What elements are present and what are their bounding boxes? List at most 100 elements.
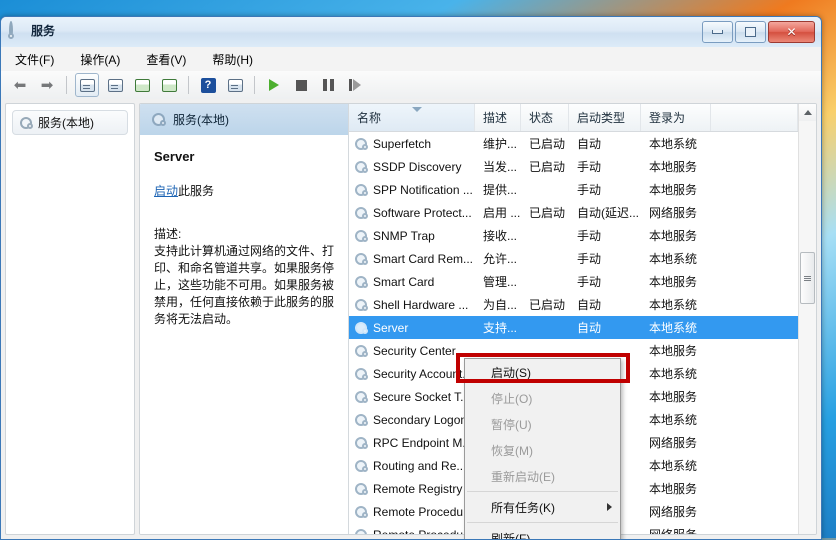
help-icon[interactable]: ? <box>197 74 219 96</box>
service-name-label: SNMP Trap <box>373 229 435 243</box>
toolbar-separator <box>188 76 189 94</box>
column-startup-label: 启动类型 <box>577 109 625 126</box>
service-name-cell: Secondary Logon <box>349 413 475 427</box>
services-gear-icon <box>355 345 367 357</box>
service-description-cell: 当发... <box>475 158 521 175</box>
column-filler <box>711 104 798 131</box>
menu-view[interactable]: 查看(V) <box>142 49 190 70</box>
minimize-icon <box>712 30 723 34</box>
service-status-cell: 已启动 <box>521 158 569 175</box>
service-name-cell: SPP Notification ... <box>349 183 475 197</box>
context-stop-label: 停止(O) <box>491 390 532 407</box>
context-resume-label: 恢复(M) <box>491 442 533 459</box>
service-name-cell: SNMP Trap <box>349 229 475 243</box>
table-row[interactable]: Software Protect...启用 ...已启动自动(延迟...网络服务 <box>349 201 798 224</box>
chevron-up-icon <box>804 110 812 115</box>
menu-help[interactable]: 帮助(H) <box>208 49 257 70</box>
service-name-label: Secure Socket T... <box>373 390 470 404</box>
service-logon-cell: 网络服务 <box>641 503 711 520</box>
service-status-cell: 已启动 <box>521 135 569 152</box>
show-hide-tree-icon[interactable] <box>75 73 99 97</box>
service-name-label: Server <box>373 321 408 335</box>
stop-service-icon[interactable] <box>290 74 312 96</box>
service-name-cell: Remote Procedu <box>349 528 475 535</box>
service-status-cell: 已启动 <box>521 296 569 313</box>
menu-file[interactable]: 文件(F) <box>11 49 58 70</box>
services-gear-icon <box>355 276 367 288</box>
service-name-label: Software Protect... <box>373 206 472 220</box>
table-row[interactable]: SPP Notification ...提供...手动本地服务 <box>349 178 798 201</box>
pause-service-icon[interactable] <box>317 74 339 96</box>
back-icon[interactable]: ⬅ <box>9 74 31 96</box>
services-gear-icon <box>355 483 367 495</box>
service-description-cell: 为自... <box>475 296 521 313</box>
start-service-link-row: 启动此服务 <box>154 182 334 199</box>
services-gear-icon <box>355 460 367 472</box>
table-row[interactable]: Shell Hardware ...为自...已启动自动本地系统 <box>349 293 798 316</box>
service-logon-cell: 本地系统 <box>641 135 711 152</box>
service-name-cell: Smart Card Rem... <box>349 252 475 266</box>
service-startup-cell: 自动 <box>569 296 641 313</box>
menu-bar: 文件(F) 操作(A) 查看(V) 帮助(H) <box>1 47 821 72</box>
service-description-cell: 提供... <box>475 181 521 198</box>
column-log-on-as[interactable]: 登录为 <box>641 104 711 131</box>
maximize-icon <box>745 27 756 37</box>
scrollbar-thumb[interactable] <box>800 252 815 304</box>
detail-header: 服务(本地) <box>140 104 348 135</box>
page-title: Server <box>154 149 334 164</box>
menu-action[interactable]: 操作(A) <box>76 49 124 70</box>
service-startup-cell: 自动 <box>569 319 641 336</box>
table-row[interactable]: Superfetch维护...已启动自动本地系统 <box>349 132 798 155</box>
restart-service-icon[interactable] <box>344 74 366 96</box>
service-name-label: Smart Card Rem... <box>373 252 473 266</box>
service-startup-cell: 手动 <box>569 250 641 267</box>
services-gear-icon <box>355 253 367 265</box>
service-logon-cell: 本地服务 <box>641 181 711 198</box>
column-description-label: 描述 <box>483 109 507 126</box>
column-startup-type[interactable]: 启动类型 <box>569 104 641 131</box>
service-name-cell: SSDP Discovery <box>349 160 475 174</box>
start-service-icon[interactable] <box>263 74 285 96</box>
sidebar-item-label: 服务(本地) <box>38 114 94 131</box>
close-button[interactable]: ✕ <box>768 21 815 43</box>
table-row[interactable]: Smart Card Rem...允许...手动本地系统 <box>349 247 798 270</box>
maximize-button[interactable] <box>735 21 766 43</box>
table-row[interactable]: Server支持...自动本地系统 <box>349 316 798 339</box>
export-list-icon[interactable] <box>158 74 180 96</box>
sidebar-item-services-local[interactable]: 服务(本地) <box>12 110 128 135</box>
minimize-button[interactable] <box>702 21 733 43</box>
service-name-cell: Remote Registry <box>349 482 475 496</box>
service-name-label: SSDP Discovery <box>373 160 461 174</box>
context-resume: 恢复(M) <box>465 437 620 463</box>
service-name-label: Remote Procedu <box>373 528 463 535</box>
chevron-right-icon <box>607 503 612 511</box>
column-name[interactable]: 名称 <box>349 104 475 131</box>
service-startup-cell: 手动 <box>569 273 641 290</box>
refresh-icon[interactable] <box>131 74 153 96</box>
start-service-link[interactable]: 启动 <box>154 184 178 198</box>
context-refresh-label: 刷新(F) <box>491 530 530 540</box>
show-action-pane-icon[interactable] <box>224 74 246 96</box>
column-status[interactable]: 状态 <box>521 104 569 131</box>
table-row[interactable]: SNMP Trap接收...手动本地服务 <box>349 224 798 247</box>
context-menu: 启动(S)停止(O)暂停(U)恢复(M)重新启动(E)所有任务(K)刷新(F)属… <box>464 358 621 540</box>
services-gear-icon <box>355 506 367 518</box>
context-all-tasks[interactable]: 所有任务(K) <box>465 494 620 520</box>
toolbar-separator <box>254 76 255 94</box>
service-logon-cell: 本地系统 <box>641 457 711 474</box>
services-gear-icon <box>152 113 165 126</box>
table-row[interactable]: SSDP Discovery当发...已启动手动本地服务 <box>349 155 798 178</box>
service-logon-cell: 本地系统 <box>641 319 711 336</box>
service-name-cell: Software Protect... <box>349 206 475 220</box>
column-description[interactable]: 描述 <box>475 104 521 131</box>
service-logon-cell: 本地服务 <box>641 227 711 244</box>
services-gear-icon <box>355 207 367 219</box>
service-name-label: SPP Notification ... <box>373 183 473 197</box>
properties-icon[interactable] <box>104 74 126 96</box>
forward-icon[interactable]: ➡ <box>36 74 58 96</box>
context-pause-label: 暂停(U) <box>491 416 532 433</box>
table-row[interactable]: Smart Card管理...手动本地服务 <box>349 270 798 293</box>
scroll-up-button[interactable] <box>799 104 816 121</box>
services-gear-icon <box>355 184 367 196</box>
vertical-scrollbar[interactable] <box>798 104 816 534</box>
